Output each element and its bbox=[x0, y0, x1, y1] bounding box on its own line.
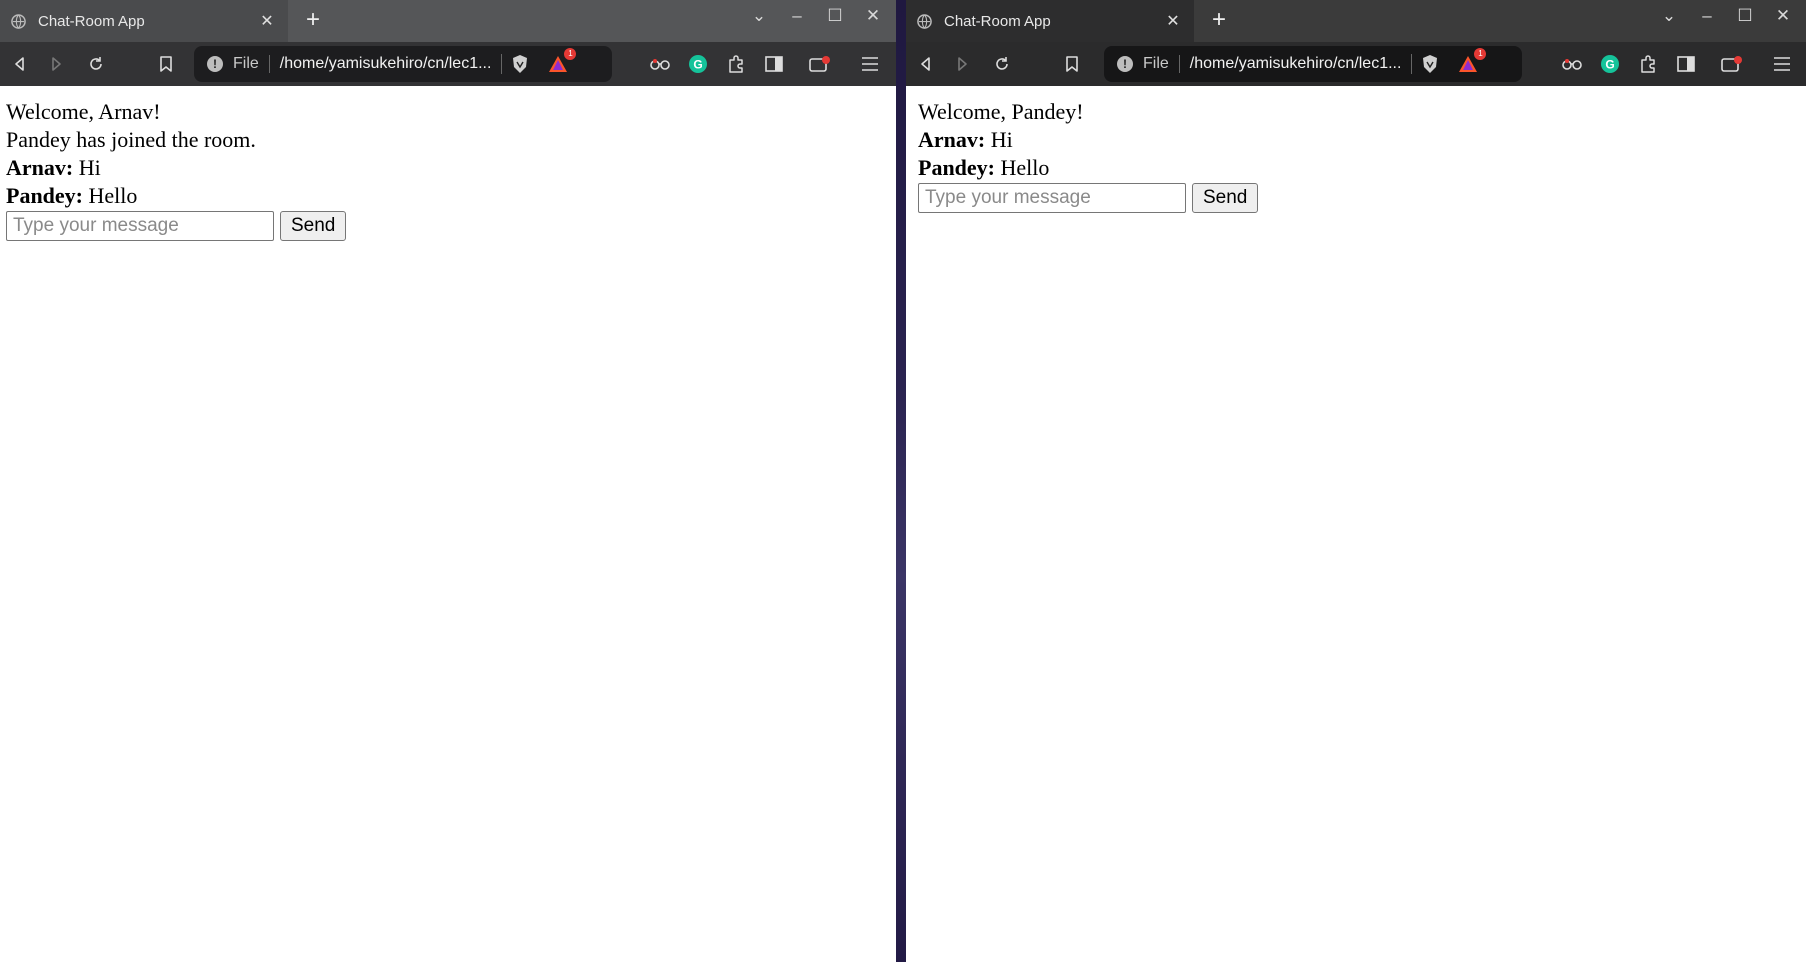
chat-message: Arnav: Hi bbox=[918, 126, 1794, 154]
message-sender: Pandey: bbox=[918, 155, 995, 180]
message-text: Hi bbox=[78, 155, 101, 180]
close-window-button[interactable]: ✕ bbox=[854, 6, 892, 26]
extensions-puzzle-icon[interactable] bbox=[1636, 52, 1660, 76]
brave-rewards-icon[interactable]: 1 bbox=[546, 48, 577, 76]
address-bar[interactable]: ! File /home/yamisukehiro/cn/lec1... 1 bbox=[194, 46, 612, 82]
window-controls: ⌄ – ☐ ✕ bbox=[740, 6, 892, 26]
tab-chat-room[interactable]: Chat-Room App ✕ bbox=[906, 0, 1194, 42]
browser-window-right: Chat-Room App ✕ + ⌄ – ☐ ✕ ! File /home/y… bbox=[906, 0, 1806, 962]
message-sender: Arnav: bbox=[6, 155, 74, 180]
grammarly-icon[interactable]: G bbox=[1598, 52, 1622, 76]
url-text: /home/yamisukehiro/cn/lec1... bbox=[279, 55, 492, 72]
browser-toolbar: ! File /home/yamisukehiro/cn/lec1... 1 G bbox=[906, 42, 1806, 86]
reload-icon[interactable] bbox=[84, 52, 108, 76]
menu-hamburger-icon[interactable] bbox=[858, 52, 882, 76]
address-bar[interactable]: ! File /home/yamisukehiro/cn/lec1... 1 bbox=[1104, 46, 1522, 82]
back-icon[interactable] bbox=[914, 52, 938, 76]
grammarly-icon[interactable]: G bbox=[686, 52, 710, 76]
maximize-button[interactable]: ☐ bbox=[1726, 6, 1764, 26]
message-composer: Send bbox=[6, 211, 890, 241]
message-sender: Pandey: bbox=[6, 183, 83, 208]
message-composer: Send bbox=[918, 183, 1794, 213]
message-text: Hello bbox=[1000, 155, 1050, 180]
message-sender: Arnav: bbox=[918, 127, 986, 152]
url-divider bbox=[1411, 54, 1413, 74]
tab-list-chevron-icon[interactable]: ⌄ bbox=[740, 6, 778, 26]
message-text: Hi bbox=[990, 127, 1013, 152]
sidebar-icon[interactable] bbox=[1674, 52, 1698, 76]
reading-glasses-icon[interactable] bbox=[1560, 52, 1584, 76]
menu-hamburger-icon[interactable] bbox=[1770, 52, 1794, 76]
message-text: Hello bbox=[88, 183, 138, 208]
tab-strip: Chat-Room App ✕ + ⌄ – ☐ ✕ bbox=[0, 0, 896, 42]
brave-shields-icon[interactable] bbox=[508, 52, 532, 76]
tab-title: Chat-Room App bbox=[944, 12, 1051, 30]
message-input[interactable] bbox=[918, 183, 1186, 213]
wallet-icon[interactable] bbox=[1720, 52, 1744, 76]
bookmark-icon[interactable] bbox=[1060, 52, 1084, 76]
close-window-button[interactable]: ✕ bbox=[1764, 6, 1802, 26]
url-text: /home/yamisukehiro/cn/lec1... bbox=[1189, 55, 1402, 72]
site-info-icon[interactable]: ! bbox=[207, 56, 223, 72]
tab-list-chevron-icon[interactable]: ⌄ bbox=[1650, 6, 1688, 26]
svg-text:G: G bbox=[693, 58, 702, 72]
site-info-icon[interactable]: ! bbox=[1117, 56, 1133, 72]
desktop-background bbox=[896, 0, 906, 962]
tab-chat-room[interactable]: Chat-Room App ✕ bbox=[0, 0, 288, 42]
rewards-badge: 1 bbox=[564, 48, 577, 60]
close-tab-icon[interactable]: ✕ bbox=[1162, 11, 1184, 31]
bookmark-icon[interactable] bbox=[154, 52, 178, 76]
window-controls: ⌄ – ☐ ✕ bbox=[1650, 6, 1802, 26]
minimize-button[interactable]: – bbox=[778, 6, 816, 26]
extensions-puzzle-icon[interactable] bbox=[724, 52, 748, 76]
globe-icon bbox=[10, 13, 26, 29]
tab-title: Chat-Room App bbox=[38, 12, 145, 30]
url-scheme: File bbox=[1143, 55, 1180, 73]
sidebar-icon[interactable] bbox=[762, 52, 786, 76]
welcome-message: Welcome, Pandey! bbox=[918, 99, 1084, 124]
wallet-icon[interactable] bbox=[808, 52, 832, 76]
forward-icon[interactable] bbox=[44, 52, 68, 76]
chat-page: Welcome, Pandey! Arnav: Hi Pandey: Hello… bbox=[906, 86, 1806, 962]
new-tab-button[interactable]: + bbox=[1206, 8, 1232, 34]
globe-icon bbox=[916, 13, 932, 29]
url-divider bbox=[501, 54, 503, 74]
chat-message: Arnav: Hi bbox=[6, 154, 890, 182]
svg-text:G: G bbox=[1605, 58, 1614, 72]
browser-toolbar: ! File /home/yamisukehiro/cn/lec1... 1 G bbox=[0, 42, 896, 86]
chat-page: Welcome, Arnav! Pandey has joined the ro… bbox=[0, 86, 896, 962]
reading-glasses-icon[interactable] bbox=[648, 52, 672, 76]
brave-rewards-icon[interactable]: 1 bbox=[1456, 48, 1487, 76]
minimize-button[interactable]: – bbox=[1688, 6, 1726, 26]
maximize-button[interactable]: ☐ bbox=[816, 6, 854, 26]
browser-window-left: Chat-Room App ✕ + ⌄ – ☐ ✕ ! File /home/y… bbox=[0, 0, 896, 962]
new-tab-button[interactable]: + bbox=[300, 8, 326, 34]
forward-icon[interactable] bbox=[950, 52, 974, 76]
message-input[interactable] bbox=[6, 211, 274, 241]
join-notice: Pandey has joined the room. bbox=[6, 127, 256, 152]
brave-shields-icon[interactable] bbox=[1418, 52, 1442, 76]
url-scheme: File bbox=[233, 55, 270, 73]
send-button[interactable]: Send bbox=[1192, 183, 1259, 213]
back-icon[interactable] bbox=[8, 52, 32, 76]
tab-strip: Chat-Room App ✕ + ⌄ – ☐ ✕ bbox=[906, 0, 1806, 42]
send-button[interactable]: Send bbox=[280, 211, 347, 241]
welcome-message: Welcome, Arnav! bbox=[6, 99, 161, 124]
reload-icon[interactable] bbox=[990, 52, 1014, 76]
close-tab-icon[interactable]: ✕ bbox=[256, 11, 278, 31]
rewards-badge: 1 bbox=[1474, 48, 1487, 60]
chat-message: Pandey: Hello bbox=[6, 182, 890, 210]
chat-message: Pandey: Hello bbox=[918, 154, 1794, 182]
